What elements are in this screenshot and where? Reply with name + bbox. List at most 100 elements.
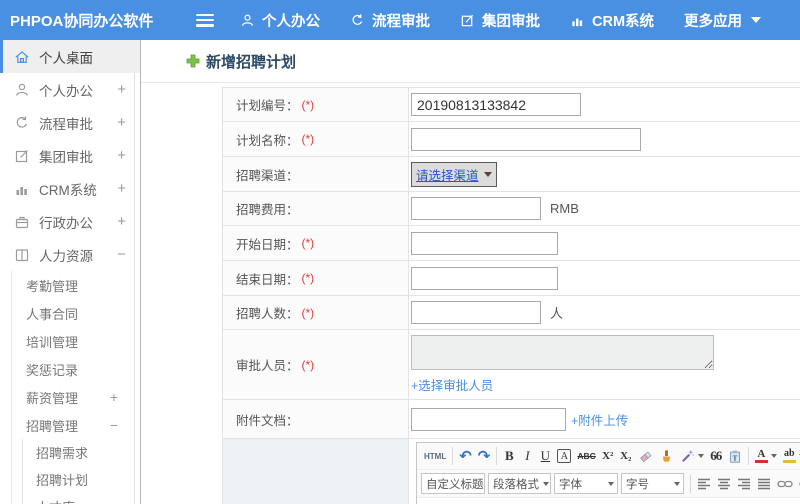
sidebar-item-recruit-demand[interactable]: 招聘需求: [23, 439, 140, 466]
select-approver-link[interactable]: +选择审批人员: [411, 375, 493, 394]
attachment-upload-link[interactable]: +附件上传: [571, 410, 628, 429]
sidebar-item-attendance[interactable]: 考勤管理: [12, 271, 140, 299]
paste-text-button[interactable]: T: [725, 446, 745, 467]
expand-plus-icon[interactable]: +: [110, 389, 118, 405]
cost-input[interactable]: [411, 197, 541, 220]
sidebar-item-hr-contract[interactable]: 人事合同: [12, 299, 140, 327]
auto-typeset-button[interactable]: [677, 446, 707, 467]
nav-item-personal-office[interactable]: 个人办公: [240, 10, 320, 31]
sidebar-item-label: 招聘管理: [26, 418, 79, 434]
field-cell: +选择审批人员: [409, 330, 800, 399]
background-color-button[interactable]: ab: [780, 446, 800, 467]
expand-plus-icon[interactable]: +: [117, 147, 126, 164]
caret-down-icon: [770, 454, 777, 458]
field-label: 招聘渠道：: [223, 157, 409, 191]
sidebar-item-salary[interactable]: 薪资管理 +: [12, 383, 140, 411]
label-text: 计划名称：: [236, 133, 299, 148]
collapse-minus-icon[interactable]: −: [117, 246, 126, 263]
font-family-dropdown[interactable]: 字体: [554, 473, 618, 494]
sidebar-item-talent-pool[interactable]: 人才库: [23, 493, 140, 504]
sidebar-item-label: 个人办公: [39, 83, 93, 99]
sidebar-item-desktop[interactable]: 个人桌面: [0, 40, 140, 73]
chart-icon: [572, 18, 583, 26]
expand-plus-icon[interactable]: +: [117, 213, 126, 230]
align-left-button[interactable]: [694, 473, 714, 494]
sidebar-item-rewards[interactable]: 奖惩记录: [12, 355, 140, 383]
eraser-button[interactable]: [635, 446, 656, 467]
nav-item-group-approval[interactable]: 集团审批: [460, 10, 540, 31]
plan-name-input[interactable]: [411, 127, 641, 151]
sidebar-item-training[interactable]: 培训管理: [12, 327, 140, 355]
recruit-plan-form: 计划编号： (*) 计划名称： (*): [222, 87, 800, 504]
label-text: 附件文档：: [236, 413, 299, 428]
sidebar-item-hr[interactable]: 人力资源 −: [0, 238, 140, 271]
field-cell: +附件上传: [409, 400, 800, 438]
label-text: 计划编号：: [236, 99, 299, 113]
channel-select-value: 请选择渠道: [416, 168, 479, 183]
custom-style-dropdown[interactable]: 自定义标题: [421, 473, 494, 494]
paragraph-format-dropdown[interactable]: 段落格式: [488, 473, 551, 494]
insert-link-button[interactable]: [774, 473, 796, 494]
nav-item-label: 集团审批: [482, 13, 540, 30]
superscript-button[interactable]: X²: [599, 446, 617, 467]
underline-button[interactable]: U: [536, 446, 554, 467]
auto-typeset-icon: [681, 449, 694, 462]
align-right-button[interactable]: [734, 473, 754, 494]
font-size-dropdown[interactable]: 字号: [621, 473, 684, 494]
channel-select[interactable]: 请选择渠道: [411, 161, 497, 187]
rich-text-editor: HTML ↶ ↷ B I U A ABC X² X₂ 66 T A ab 自定义…: [416, 442, 800, 504]
home-icon: [14, 48, 31, 65]
required-mark: (*): [301, 271, 315, 285]
nav-item-more-apps[interactable]: 更多应用: [684, 10, 762, 31]
sidebar-item-crm[interactable]: CRM系统 +: [0, 172, 140, 205]
bold-button[interactable]: B: [500, 446, 518, 467]
redo-button[interactable]: ↷: [475, 446, 494, 467]
expand-plus-icon[interactable]: +: [117, 114, 126, 131]
sidebar-item-personal-office[interactable]: 个人办公 +: [0, 73, 140, 106]
strikethrough-button[interactable]: ABC: [574, 446, 598, 467]
field-label: 审批人员： (*): [223, 330, 409, 399]
end-date-input[interactable]: [411, 266, 558, 290]
align-center-button[interactable]: [714, 473, 734, 494]
form-row-headcount: 招聘人数： (*) 人: [223, 296, 800, 330]
sidebar-item-group-approval[interactable]: 集团审批 +: [0, 139, 140, 172]
editor-content-area[interactable]: [417, 498, 800, 504]
nav-item-process-approval[interactable]: 流程审批: [350, 10, 430, 31]
sidebar-item-label: 招聘计划: [36, 473, 89, 488]
html-source-button[interactable]: HTML: [421, 446, 449, 467]
attachment-input[interactable]: [411, 407, 566, 431]
sidebar-item-admin-office[interactable]: 行政办公 +: [0, 205, 140, 238]
align-justify-button[interactable]: [754, 473, 774, 494]
nav-item-crm[interactable]: CRM系统: [570, 10, 654, 31]
unlink-button[interactable]: [796, 473, 800, 494]
dropdown-label: 字体: [559, 478, 582, 491]
italic-button[interactable]: I: [518, 446, 536, 467]
dropdown-label: 字号: [626, 478, 649, 491]
sidebar-item-recruit-plan[interactable]: 招聘计划: [23, 466, 140, 493]
sidebar-item-label: 奖惩记录: [26, 362, 79, 378]
format-brush-button[interactable]: [656, 446, 677, 467]
start-date-input[interactable]: [411, 231, 558, 255]
subscript-button[interactable]: X₂: [617, 446, 635, 467]
app-logo: PHPOA协同办公软件: [10, 12, 154, 30]
approver-textarea[interactable]: [411, 335, 714, 370]
approval-icon: [461, 14, 474, 26]
select-arrow-icon: [483, 171, 492, 177]
font-color-button[interactable]: A: [752, 446, 780, 467]
expand-plus-icon[interactable]: +: [117, 180, 126, 197]
plan-number-input[interactable]: [411, 93, 581, 116]
label-text: 招聘人数：: [236, 307, 299, 321]
sidebar-item-recruit-mgmt[interactable]: 招聘管理 −: [12, 411, 140, 439]
menu-icon[interactable]: [196, 13, 214, 27]
headcount-input[interactable]: [411, 301, 541, 324]
collapse-minus-icon[interactable]: −: [110, 417, 118, 433]
expand-plus-icon[interactable]: +: [117, 81, 126, 98]
font-border-button[interactable]: A: [557, 449, 572, 463]
sidebar: 个人桌面 个人办公 + 流程审批 + 集团审批 + CRM系统 + 行政办公 +…: [0, 40, 141, 504]
sidebar-item-process-approval[interactable]: 流程审批 +: [0, 106, 140, 139]
field-label: 开始日期： (*): [223, 226, 409, 260]
undo-button[interactable]: ↶: [456, 446, 475, 467]
blockquote-button[interactable]: 66: [707, 446, 725, 467]
nav-item-label: 个人办公: [262, 13, 320, 30]
sidebar-item-label: 流程审批: [39, 116, 93, 132]
